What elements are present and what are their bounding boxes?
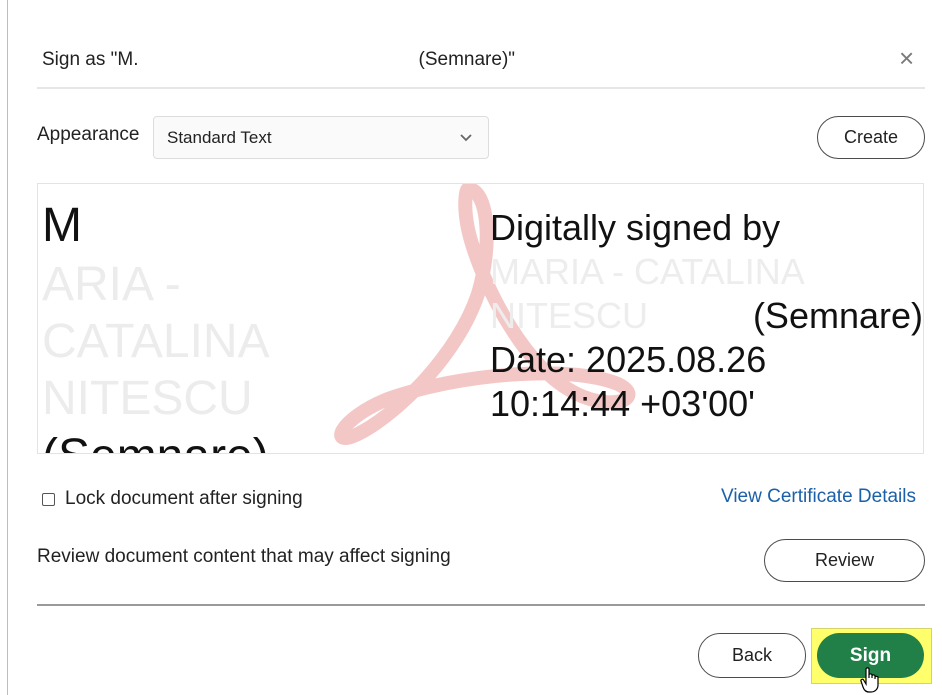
hand-pointer-icon [860,667,879,693]
review-button[interactable]: Review [764,539,925,582]
lock-checkbox[interactable] [42,492,55,506]
signature-name-line-4: NITESCU [42,372,253,425]
review-description: Review document content that may affect … [37,546,451,567]
signature-name-line-3: CATALINA [42,315,270,368]
signature-details-block: Digitally signed by MARIA - CATALINA NIT… [490,206,923,426]
appearance-label: Appearance [37,124,140,145]
dialog-title-prefix: Sign as "M. [42,49,139,70]
create-button[interactable]: Create [817,116,925,159]
redacted-name [138,46,419,74]
chevron-down-icon [460,134,472,142]
lock-document-option[interactable]: Lock document after signing [42,488,303,510]
signature-date-line: Date: 2025.08.26 [490,339,767,380]
signature-name-block: M ARIA - CATALINA NITESCU (Semnare) [42,196,462,453]
signature-time-line: 10:14:44 +03'00' [490,383,755,424]
signature-name-line-2: ARIA - [42,258,181,311]
signature-detail-line-2: MARIA - CATALINA [490,251,805,292]
appearance-select[interactable]: Standard Text [153,116,489,159]
dialog-title: Sign as "M. (Semnare)" [42,46,515,74]
header-divider [37,87,925,89]
signature-detail-line-3: NITESCU (Semnare) [490,295,923,336]
window-edge [7,0,8,695]
signature-preview: M ARIA - CATALINA NITESCU (Semnare) Digi… [37,183,924,454]
signature-detail-line-1: Digitally signed by [490,207,781,248]
appearance-selected-value: Standard Text [167,127,272,147]
signature-name-line-1: M [42,199,82,252]
lock-label: Lock document after signing [65,488,303,509]
signature-name-line-5: (Semnare) [42,427,462,453]
close-icon[interactable]: × [899,44,914,72]
view-certificate-link[interactable]: View Certificate Details [721,486,916,508]
footer-divider [37,604,925,606]
back-button[interactable]: Back [698,633,806,678]
dialog-title-suffix: (Semnare)" [418,49,516,70]
